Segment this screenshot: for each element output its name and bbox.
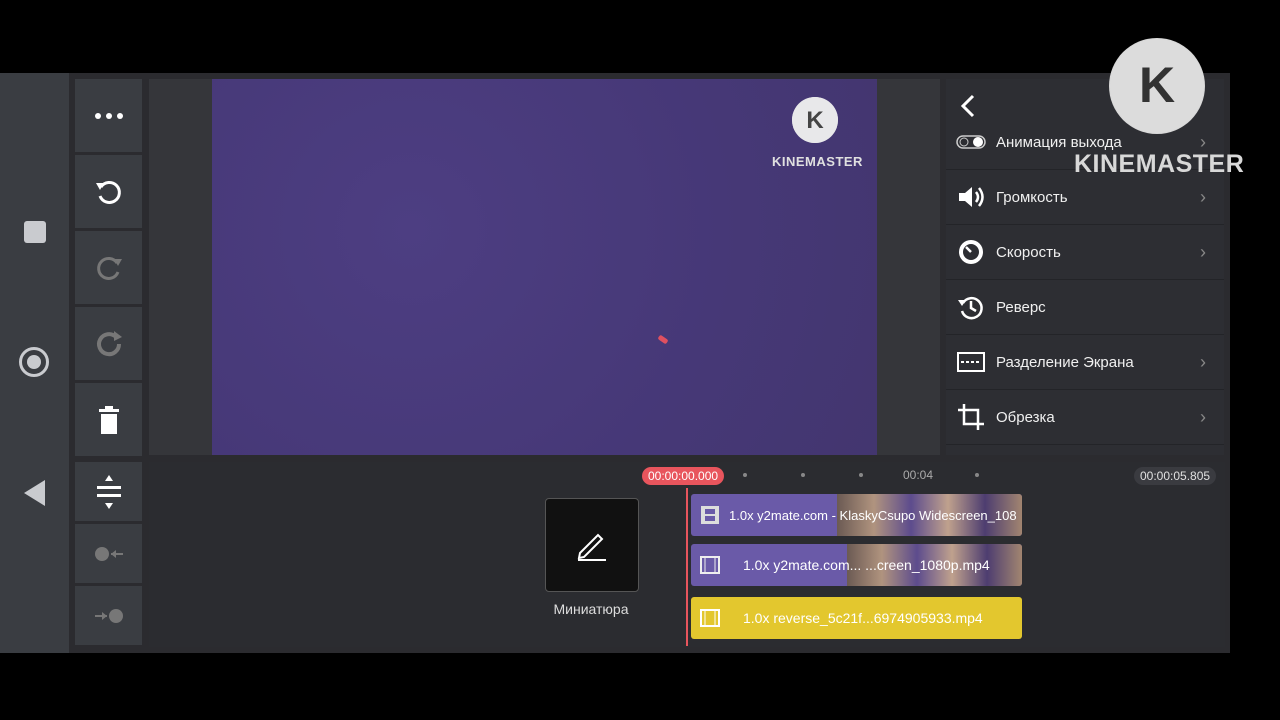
timeline[interactable]: 00:00:00.000 00:04 00:00:05.805 Миниатюр… xyxy=(149,462,1225,647)
playhead[interactable] xyxy=(686,488,688,646)
tick-dot xyxy=(859,473,863,477)
undo-button[interactable] xyxy=(75,155,142,228)
kinemaster-logo-icon: K xyxy=(792,97,838,143)
split-screen-icon xyxy=(957,352,985,372)
clip-options-panel: Анимация выхода › Громкость › Скорость ›… xyxy=(946,79,1224,455)
recents-button[interactable] xyxy=(24,221,46,243)
home-button[interactable] xyxy=(19,347,49,377)
film-icon xyxy=(699,554,721,576)
redo-icon xyxy=(96,256,122,280)
clip-1[interactable]: 1.0x y2mate.com - KlaskyCsupo Widescreen… xyxy=(691,494,1022,536)
crop-icon xyxy=(958,404,984,430)
touch-marker xyxy=(657,334,669,345)
toggle-icon xyxy=(956,135,986,149)
chevron-right-icon: › xyxy=(1200,351,1206,372)
clip-3[interactable]: 1.0x reverse_5c21f...6974905933.mp4 xyxy=(691,597,1022,639)
chevron-right-icon: › xyxy=(1200,406,1206,427)
panel-item-split-screen[interactable]: Разделение Экрана › xyxy=(946,335,1224,390)
record-right-icon xyxy=(94,608,123,623)
back-nav-button[interactable] xyxy=(24,480,45,506)
speed-icon xyxy=(959,240,983,264)
svg-text:K: K xyxy=(806,107,824,134)
panel-item-crop[interactable]: Обрезка › xyxy=(946,390,1224,445)
pencil-icon xyxy=(577,533,606,561)
split-clip-button[interactable] xyxy=(75,462,142,521)
corner-watermark-text: KINEMASTER xyxy=(1074,150,1245,178)
clip-2[interactable]: 1.0x y2mate.com... ...creen_1080p.mp4 xyxy=(691,544,1022,586)
video-preview[interactable]: K KINEMASTER xyxy=(212,79,877,455)
thumbnail-button[interactable] xyxy=(545,498,639,592)
volume-icon xyxy=(959,187,984,207)
film-icon xyxy=(699,504,721,526)
panel-item-speed[interactable]: Скорость › xyxy=(946,225,1224,280)
chevron-right-icon: › xyxy=(1200,186,1206,207)
total-duration: 00:00:05.805 xyxy=(1134,467,1217,485)
film-icon xyxy=(699,607,721,629)
kinemaster-watermark-logo-icon: K xyxy=(1109,38,1205,134)
go-right-button[interactable] xyxy=(75,586,142,645)
tick-dot xyxy=(975,473,979,477)
tick-dot xyxy=(743,473,747,477)
tick-label: 00:04 xyxy=(903,468,934,482)
history-icon xyxy=(958,296,983,320)
delete-icon xyxy=(98,405,119,434)
delete-button[interactable] xyxy=(75,383,142,456)
preview-watermark: KINEMASTER xyxy=(772,154,863,169)
split-icon xyxy=(96,474,121,509)
more-button[interactable] xyxy=(75,79,142,152)
restore-button[interactable] xyxy=(75,307,142,380)
restore-icon xyxy=(96,330,122,356)
tick-dot xyxy=(801,473,805,477)
record-left-icon xyxy=(94,546,123,561)
undo-icon xyxy=(95,180,121,204)
chevron-right-icon: › xyxy=(1200,241,1206,262)
redo-button[interactable] xyxy=(75,231,142,304)
svg-text:K: K xyxy=(1139,57,1175,113)
panel-item-reverse[interactable]: Реверс xyxy=(946,280,1224,335)
go-left-button[interactable] xyxy=(75,524,142,583)
thumbnail-label: Миниатюра xyxy=(553,601,629,617)
playhead-time: 00:00:00.000 xyxy=(642,467,725,485)
more-icon xyxy=(94,112,123,119)
